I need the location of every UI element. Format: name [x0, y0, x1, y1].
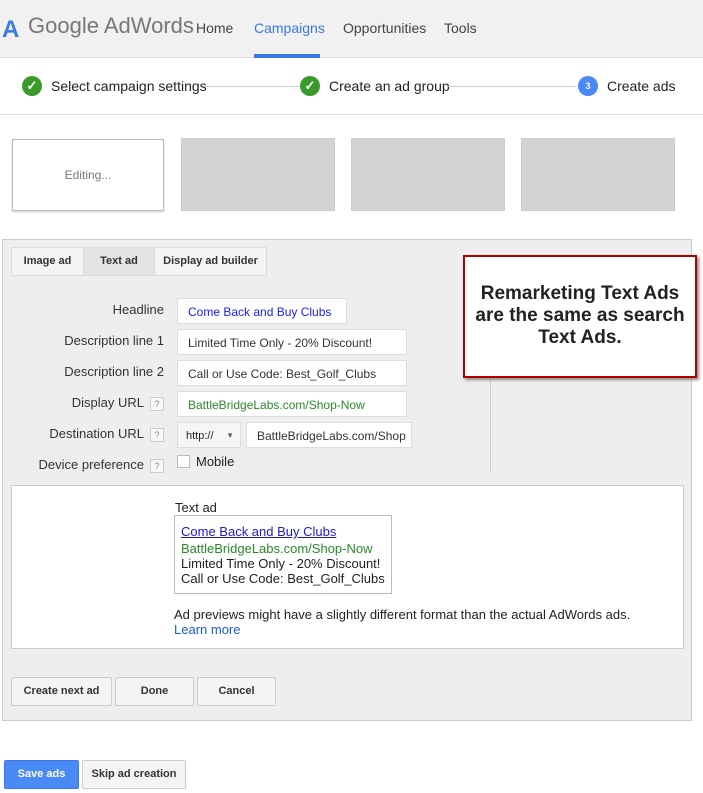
destination-url-label: Destination URL	[49, 426, 144, 441]
help-icon[interactable]: ?	[150, 397, 164, 411]
preview-url: BattleBridgeLabs.com/Shop-Now	[181, 541, 373, 556]
tab-display-ad-builder[interactable]: Display ad builder	[154, 247, 267, 276]
preview-note: Ad previews might have a slightly differ…	[174, 607, 631, 622]
done-button[interactable]: Done	[115, 677, 194, 706]
display-url-input[interactable]: BattleBridgeLabs.com/Shop-Now	[177, 391, 407, 417]
preview-line-1: Limited Time Only - 20% Discount!	[181, 556, 381, 571]
description-1-input[interactable]: Limited Time Only - 20% Discount!	[177, 329, 407, 355]
description-2-input[interactable]: Call or Use Code: Best_Golf_Clubs	[177, 360, 407, 386]
annotation-callout: Remarketing Text Ads are the same as sea…	[463, 255, 697, 378]
headline-label: Headline	[112, 302, 164, 317]
preview-line-2: Call or Use Code: Best_Golf_Clubs	[181, 571, 385, 586]
check-icon: ✓	[300, 76, 320, 96]
nav-opportunities[interactable]: Opportunities	[343, 20, 426, 36]
create-next-ad-button[interactable]: Create next ad	[11, 677, 112, 706]
logo-text[interactable]: Google AdWords	[28, 13, 194, 39]
save-ads-button[interactable]: Save ads	[4, 760, 79, 789]
step-number-icon: 3	[578, 76, 598, 96]
adwords-logo-icon: A	[2, 16, 20, 43]
headline-input[interactable]: Come Back and Buy Clubs	[177, 298, 347, 324]
ad-thumbnail[interactable]	[181, 138, 335, 211]
help-icon[interactable]: ?	[150, 459, 164, 473]
destination-url-input[interactable]: BattleBridgeLabs.com/Shop	[246, 422, 412, 448]
protocol-value: http://	[186, 430, 214, 442]
cancel-button[interactable]: Cancel	[197, 677, 276, 706]
protocol-select[interactable]: http:// ▼	[177, 422, 241, 448]
check-icon: ✓	[22, 76, 42, 96]
chevron-down-icon: ▼	[226, 431, 234, 440]
ad-thumbnail-editing[interactable]: Editing...	[12, 139, 164, 211]
description-2-label: Description line 2	[64, 364, 164, 379]
nav-home[interactable]: Home	[196, 20, 233, 36]
help-icon[interactable]: ?	[150, 428, 164, 442]
tab-text-ad[interactable]: Text ad	[83, 247, 155, 276]
preview-headline[interactable]: Come Back and Buy Clubs	[181, 524, 336, 539]
step-2: Create an ad group	[329, 78, 450, 94]
learn-more-link[interactable]: Learn more	[174, 622, 240, 637]
mobile-checkbox[interactable]	[177, 455, 190, 468]
mobile-label: Mobile	[196, 454, 235, 469]
preview-title: Text ad	[175, 500, 217, 515]
nav-tools[interactable]: Tools	[444, 20, 477, 36]
ad-thumbnail[interactable]	[521, 138, 675, 211]
step-connector	[447, 86, 577, 87]
device-preference-label: Device preference	[38, 457, 145, 472]
step-3: Create ads	[607, 78, 676, 94]
display-url-label: Display URL	[71, 395, 144, 410]
nav-campaigns[interactable]: Campaigns	[254, 20, 325, 36]
description-1-label: Description line 1	[64, 333, 164, 348]
skip-ad-creation-button[interactable]: Skip ad creation	[82, 760, 186, 789]
ad-thumbnail[interactable]	[351, 138, 505, 211]
tab-image-ad[interactable]: Image ad	[11, 247, 84, 276]
step-connector	[205, 86, 300, 87]
step-1: Select campaign settings	[51, 78, 207, 94]
